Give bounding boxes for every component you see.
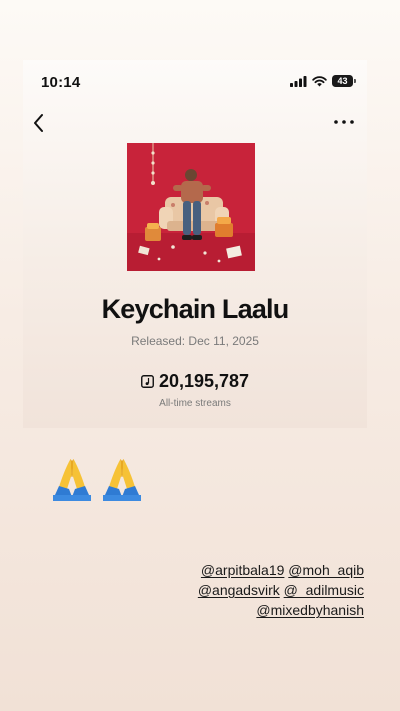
mention-stickers: @arpitbala19 @moh_aqib @angadsvirk @_adi… (164, 560, 364, 620)
music-note-box-icon (141, 375, 154, 388)
back-button[interactable] (28, 110, 50, 136)
track-title: Keychain Laalu (101, 294, 290, 324)
mention-line: @mixedbyhanish (164, 600, 364, 620)
release-date: Released: Dec 11, 2025 (131, 334, 259, 348)
mention-line: @angadsvirk @_adilmusic (164, 580, 364, 600)
more-options-button[interactable] (333, 115, 355, 129)
album-cover-image (127, 143, 255, 271)
mention-line: @arpitbala19 @moh_aqib (164, 560, 364, 580)
mention-arpitbala19[interactable]: @arpitbala19 (201, 562, 285, 578)
more-horizontal-icon (334, 120, 354, 124)
album-art[interactable] (127, 143, 255, 271)
battery-icon: 43 (332, 75, 356, 87)
chevron-left-icon (34, 114, 43, 132)
wifi-icon (312, 75, 327, 86)
praying-hands-icon (53, 459, 91, 501)
stream-count: 20,195,787 (158, 371, 250, 391)
status-bar: 10:14 43 (23, 60, 367, 104)
mention-mixedbyhanish[interactable]: @mixedbyhanish (256, 602, 364, 618)
streams-label: All-time streams (159, 398, 231, 409)
cellular-signal-icon (290, 75, 307, 87)
mention-angadsvirk[interactable]: @angadsvirk (198, 582, 280, 598)
status-icons: 43 (290, 75, 356, 87)
shared-screenshot: 10:14 43 Keychain Laalu Released: Dec 11… (23, 60, 367, 428)
mention-adilmusic[interactable]: @_adilmusic (284, 582, 364, 598)
streams-row: 20,195,787 (23, 371, 367, 392)
status-time: 10:14 (41, 74, 81, 91)
mention-moh-aqib[interactable]: @moh_aqib (288, 562, 364, 578)
praying-hands-icon (103, 459, 141, 501)
